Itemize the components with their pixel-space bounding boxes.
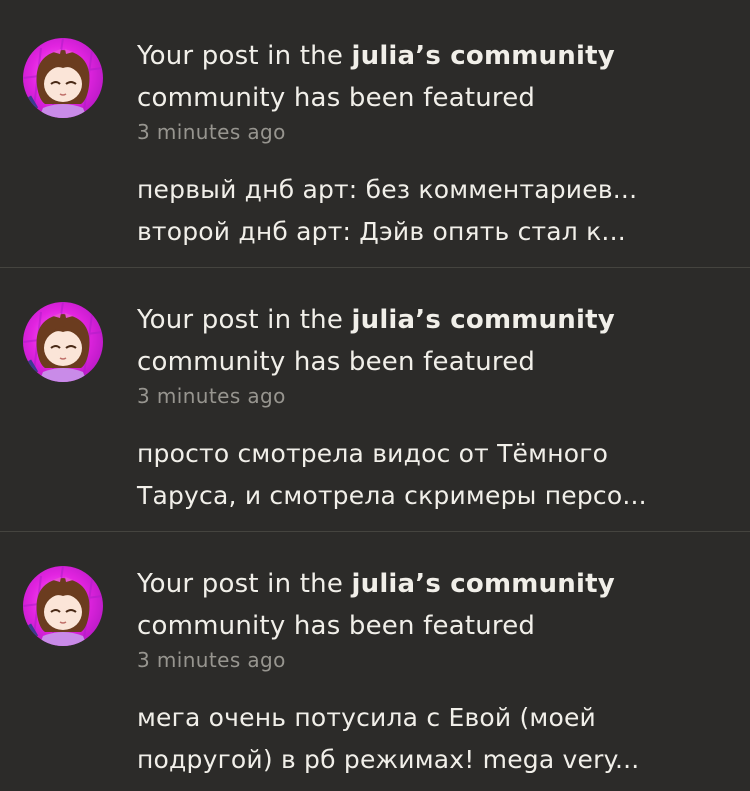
notification-item[interactable]: Your post in the julia’s community commun…: [0, 532, 750, 791]
avatar-anime-girl-icon: [23, 38, 103, 118]
avatar[interactable]: [23, 566, 103, 646]
community-name[interactable]: julia’s community: [352, 41, 615, 71]
avatar[interactable]: [23, 38, 103, 118]
excerpt-line: подругой) в рб режимах! mega very...: [137, 745, 640, 774]
avatar[interactable]: [23, 302, 103, 382]
title-prefix: Your post in the: [137, 569, 352, 599]
excerpt-line: Таруса, и смотрела скримеры персо...: [137, 481, 647, 510]
notification-text: Your post in the julia’s community commun…: [137, 299, 737, 517]
title-prefix: Your post in the: [137, 305, 352, 335]
notification-title: Your post in the julia’s community commun…: [137, 563, 737, 647]
community-name[interactable]: julia’s community: [352, 305, 615, 335]
excerpt-line: второй днб арт: Дэйв опять стал к...: [137, 217, 626, 246]
title-suffix: community has been featured: [137, 347, 536, 377]
post-excerpt[interactable]: первый днб арт: без комментариев... второ…: [137, 169, 737, 253]
title-prefix: Your post in the: [137, 41, 352, 71]
post-excerpt[interactable]: просто смотрела видос от Тёмного Таруса, …: [137, 433, 737, 517]
excerpt-line: просто смотрела видос от Тёмного: [137, 439, 609, 468]
notification-title: Your post in the julia’s community commun…: [137, 299, 737, 383]
excerpt-line: мега очень потусила с Евой (моей: [137, 703, 596, 732]
title-suffix: community has been featured: [137, 611, 536, 641]
notification-text: Your post in the julia’s community commun…: [137, 35, 737, 253]
community-name[interactable]: julia’s community: [352, 569, 615, 599]
timestamp: 3 minutes ago: [137, 120, 286, 144]
timestamp: 3 minutes ago: [137, 384, 286, 408]
excerpt-line: первый днб арт: без комментариев...: [137, 175, 638, 204]
timestamp: 3 minutes ago: [137, 648, 286, 672]
post-excerpt[interactable]: мега очень потусила с Евой (моей подругой…: [137, 697, 737, 781]
notification-list: Your post in the julia’s community commun…: [0, 0, 750, 791]
notification-item[interactable]: Your post in the julia’s community commun…: [0, 4, 750, 268]
title-suffix: community has been featured: [137, 83, 536, 113]
notification-item[interactable]: Your post in the julia’s community commun…: [0, 268, 750, 532]
notification-title: Your post in the julia’s community commun…: [137, 35, 737, 119]
avatar-anime-girl-icon: [23, 302, 103, 382]
notification-text: Your post in the julia’s community commun…: [137, 563, 737, 781]
avatar-anime-girl-icon: [23, 566, 103, 646]
